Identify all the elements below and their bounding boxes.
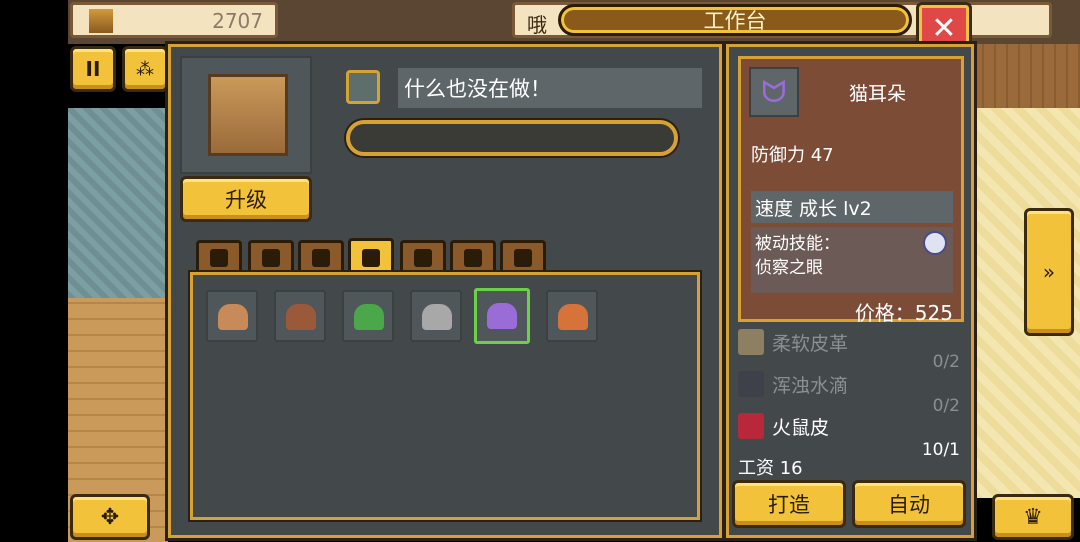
fire-rat-skin-icon	[738, 413, 764, 439]
cat-ears-icon: ᗢ	[749, 67, 799, 117]
material-label: 浑浊水滴	[772, 374, 849, 397]
material-count: 0/2	[932, 352, 960, 372]
dpad-icon: ✥	[100, 504, 120, 530]
water-drop-icon	[738, 371, 764, 397]
left-floor-tiles	[68, 108, 168, 298]
material-count: 0/2	[932, 396, 960, 416]
close-icon: ✕	[931, 10, 957, 46]
straw-hat-icon	[218, 304, 248, 330]
tool-icon	[514, 248, 532, 267]
coins-button[interactable]: ⁂	[122, 46, 168, 92]
workbench-portrait	[180, 56, 312, 174]
status-box: 什么也没在做！	[398, 68, 702, 108]
green-cap-icon	[354, 304, 384, 330]
material-count: 10/1	[921, 440, 960, 460]
defense-stat: 防御力 47	[751, 145, 834, 166]
progress-bar	[346, 120, 678, 156]
item-name: 猫耳朵	[849, 83, 907, 105]
craft-label: 打造	[768, 493, 810, 517]
leather-hood-icon	[286, 304, 316, 330]
fast-forward-icon: »	[1042, 260, 1056, 284]
auto-button[interactable]: 自动	[852, 480, 966, 528]
armor-icon	[414, 248, 432, 267]
tab-staff[interactable]	[298, 240, 344, 272]
tab-material[interactable]	[196, 240, 242, 272]
upgrade-button[interactable]: 升级	[180, 176, 312, 222]
passive-label: 被动技能：	[755, 234, 840, 254]
cat-ears-icon	[487, 303, 517, 329]
expand-button[interactable]: »	[1024, 208, 1074, 336]
material-label: 火鼠皮	[772, 416, 830, 439]
weapon-icon	[262, 248, 280, 267]
coins-icon: ⁂	[136, 58, 154, 80]
material-icon	[210, 248, 228, 267]
material-row: 火鼠皮	[738, 412, 829, 440]
right-wall	[972, 44, 1080, 108]
window-title-bar: 工作台	[558, 4, 912, 36]
crown-icon: ♛	[1023, 504, 1043, 530]
gold-counter: 2707	[70, 2, 278, 38]
helmet-icon	[362, 248, 380, 267]
bronze-helmet-icon	[558, 304, 588, 330]
upgrade-label: 升级	[225, 188, 267, 212]
status-checkbox[interactable]	[346, 70, 380, 104]
gold-value: 2707	[212, 9, 263, 33]
staff-icon	[312, 248, 330, 267]
workbench-icon	[208, 74, 288, 156]
tab-ring[interactable]	[450, 240, 496, 272]
growth-box: 速度 成长 lv2	[751, 191, 953, 223]
pause-button[interactable]: II	[70, 46, 116, 92]
feather-hat-icon	[422, 304, 452, 330]
material-row: 浑浊水滴	[738, 370, 848, 398]
soft-leather-icon	[738, 329, 764, 355]
pause-icon: II	[85, 57, 101, 81]
passive-name: 侦察之眼	[755, 258, 823, 278]
tab-weapon[interactable]	[248, 240, 294, 272]
craft-button[interactable]: 打造	[732, 480, 846, 528]
item-slot[interactable]	[546, 290, 598, 342]
item-slot[interactable]	[274, 290, 326, 342]
tab-tool[interactable]	[500, 240, 546, 272]
item-slot[interactable]	[342, 290, 394, 342]
tab-armor[interactable]	[400, 240, 446, 272]
material-label: 柔软皮革	[772, 332, 849, 355]
item-slot[interactable]	[410, 290, 462, 342]
material-row: 柔软皮革	[738, 328, 848, 356]
ring-icon	[464, 248, 482, 267]
price-label: 价格：525	[854, 301, 953, 325]
crown-button[interactable]: ♛	[992, 494, 1074, 540]
move-button[interactable]: ✥	[70, 494, 150, 540]
tab-helmet[interactable]	[348, 238, 394, 274]
eye-skill-icon	[923, 231, 947, 255]
auto-label: 自动	[888, 493, 930, 517]
window-title: 工作台	[703, 9, 767, 33]
passive-box: 被动技能： 侦察之眼	[751, 227, 953, 293]
item-detail-card: ᗢ 猫耳朵 防御力 47 速度 成长 lv2 被动技能： 侦察之眼 价格：525	[738, 56, 964, 325]
status-text: 什么也没在做！	[404, 77, 551, 101]
item-slot[interactable]	[206, 290, 258, 342]
greeting-text: 哦	[527, 13, 547, 37]
growth-stat: 速度 成长 lv2	[755, 198, 872, 220]
gold-stack-icon	[89, 9, 113, 33]
wage-label: 工资 16	[738, 458, 803, 479]
item-slot[interactable]	[474, 288, 530, 344]
